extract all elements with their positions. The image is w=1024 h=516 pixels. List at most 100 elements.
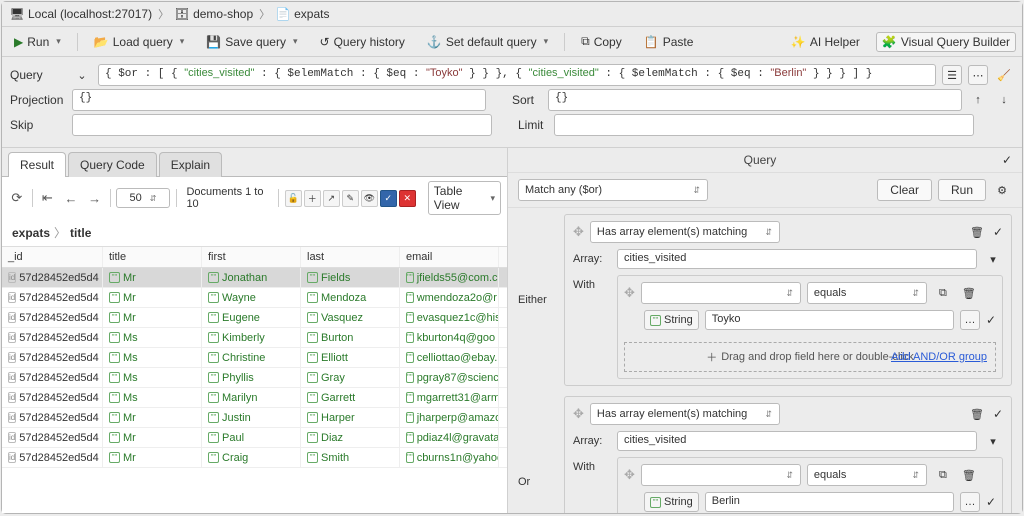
view-doc-icon[interactable]: 👁 <box>361 190 378 207</box>
tab-query-code[interactable]: Query Code <box>68 152 157 177</box>
broom-icon[interactable]: 🧹 <box>994 65 1014 85</box>
run-button[interactable]: ▶ Run <box>8 32 67 52</box>
check-icon[interactable]: ✓ <box>993 225 1003 239</box>
page-size-select[interactable]: 50⇵ <box>116 188 169 208</box>
sort-input[interactable]: {} <box>548 89 962 111</box>
trash-icon[interactable]: 🗑 <box>967 404 987 424</box>
save-query-button[interactable]: 💾 Save query <box>200 32 303 52</box>
visual-query-panel: Query ✓ Match any ($or) Clear Run ⚙ Eith… <box>508 148 1022 513</box>
visual-query-builder-button[interactable]: 🧩 Visual Query Builder <box>876 32 1016 52</box>
table-row[interactable]: id57d28452ed5d4""Mr""Paul""Diaz""pdiaz4l… <box>2 428 507 448</box>
check-icon[interactable]: ✓ <box>986 313 996 327</box>
folder-icon: 📂 <box>94 35 109 49</box>
skip-input[interactable] <box>72 114 492 136</box>
next-page-icon[interactable]: → <box>86 189 104 207</box>
array-element-select[interactable] <box>641 464 801 486</box>
clear-button[interactable]: Clear <box>877 179 932 201</box>
array-field-input[interactable]: cities_visited <box>617 431 977 451</box>
run-query-button[interactable]: Run <box>938 179 986 201</box>
add-group-link[interactable]: Add AND/OR group <box>891 351 987 363</box>
query-history-button[interactable]: ↺ Query history <box>314 32 411 52</box>
add-doc-icon[interactable]: ＋ <box>304 190 321 207</box>
drag-handle-icon[interactable]: ✥ <box>624 467 635 483</box>
doc-count-label: Documents 1 to 10 <box>182 186 271 210</box>
drag-handle-icon[interactable]: ✥ <box>573 224 584 240</box>
save-icon: 💾 <box>206 35 221 49</box>
gear-icon[interactable]: ⚙ <box>992 180 1012 200</box>
col-last[interactable]: last <box>301 247 400 267</box>
drop-zone[interactable]: ＋Drag and drop field here or double-clic… <box>624 342 996 372</box>
prev-page-icon[interactable]: ← <box>62 189 80 207</box>
table-view-select[interactable]: Table View <box>428 181 501 215</box>
chevron-down-icon[interactable]: ⌄ <box>72 65 92 85</box>
table-row[interactable]: id57d28452ed5d4""Mr""Craig""Smith""cburn… <box>2 448 507 468</box>
table-row[interactable]: id57d28452ed5d4""Ms""Kimberly""Burton""k… <box>2 328 507 348</box>
trash-icon[interactable]: 🗑 <box>959 283 979 303</box>
elem-match-select[interactable]: Has array element(s) matching <box>590 221 780 243</box>
dropdown-icon[interactable]: ▾ <box>983 431 1003 451</box>
type-chip[interactable]: "" String <box>644 492 699 512</box>
table-row[interactable]: id57d28452ed5d4""Mr""Wayne""Mendoza""wme… <box>2 288 507 308</box>
col-title[interactable]: title <box>103 247 202 267</box>
field-picker-button[interactable]: ☰ <box>942 65 962 85</box>
value-input[interactable]: Toyko <box>705 310 954 330</box>
dropdown-icon[interactable]: ▾ <box>983 249 1003 269</box>
trash-icon[interactable]: 🗑 <box>967 222 987 242</box>
value-input[interactable]: Berlin <box>705 492 954 512</box>
table-row[interactable]: id57d28452ed5d4""Ms""Phyllis""Gray""pgra… <box>2 368 507 388</box>
trash-icon[interactable]: 🗑 <box>959 465 979 485</box>
objectid-icon: id <box>8 292 16 303</box>
load-query-button[interactable]: 📂 Load query <box>88 32 191 52</box>
tab-result[interactable]: Result <box>8 152 66 177</box>
refresh-icon[interactable]: ⟳ <box>8 189 26 207</box>
array-field-input[interactable]: cities_visited <box>617 249 977 269</box>
col-email[interactable]: email <box>400 247 499 267</box>
check-icon[interactable]: ✓ <box>993 407 1003 421</box>
match-mode-select[interactable]: Match any ($or) <box>518 179 708 201</box>
edit-icon[interactable]: ✎ <box>342 190 359 207</box>
crumb-collection[interactable]: 📄 expats <box>276 7 329 21</box>
copy-button[interactable]: ⧉ Copy <box>575 31 628 52</box>
more-icon[interactable]: … <box>960 492 980 512</box>
delete-icon[interactable]: ✕ <box>399 190 416 207</box>
save-edits-icon[interactable]: ✓ <box>380 190 397 207</box>
limit-input[interactable] <box>554 114 974 136</box>
copy-icon[interactable]: ⧉ <box>933 283 953 303</box>
col-first[interactable]: first <box>202 247 301 267</box>
query-options-button[interactable]: ⋯ <box>968 65 988 85</box>
check-icon[interactable]: ✓ <box>1002 153 1012 167</box>
drag-handle-icon[interactable]: ✥ <box>624 285 635 301</box>
col-id[interactable]: _id <box>2 247 103 267</box>
projection-input[interactable]: {} <box>72 89 486 111</box>
chevron-right-icon: 〉 <box>158 6 169 22</box>
array-element-select[interactable] <box>641 282 801 304</box>
unlock-icon[interactable]: 🔓 <box>285 190 302 207</box>
drag-handle-icon[interactable]: ✥ <box>573 406 584 422</box>
string-icon: "" <box>307 372 318 383</box>
export-icon[interactable]: ↗ <box>323 190 340 207</box>
table-row[interactable]: id57d28452ed5d4""Mr""Eugene""Vasquez""ev… <box>2 308 507 328</box>
database-icon: 🗄 <box>175 7 189 21</box>
table-row[interactable]: id57d28452ed5d4""Ms""Marilyn""Garrett""m… <box>2 388 507 408</box>
set-default-query-button[interactable]: ⚓ Set default query <box>421 32 554 52</box>
elem-match-select[interactable]: Has array element(s) matching <box>590 403 780 425</box>
crumb-database[interactable]: 🗄 demo-shop <box>175 7 253 21</box>
table-row[interactable]: id57d28452ed5d4""Mr""Jonathan""Fields""j… <box>2 268 507 288</box>
copy-icon[interactable]: ⧉ <box>933 465 953 485</box>
type-chip[interactable]: "" String <box>644 310 699 330</box>
crumb-connection[interactable]: 🖥 Local (localhost:27017) <box>10 7 152 21</box>
ai-helper-button[interactable]: ✨ AI Helper <box>785 32 866 52</box>
paste-button[interactable]: 📋 Paste <box>638 32 700 52</box>
first-page-icon[interactable]: ⇤ <box>39 189 57 207</box>
table-row[interactable]: id57d28452ed5d4""Ms""Christine""Elliott"… <box>2 348 507 368</box>
sort-asc-icon[interactable]: ↑ <box>968 90 988 110</box>
check-icon[interactable]: ✓ <box>986 495 996 509</box>
query-section: Query ⌄ { $or : [ { "cities_visited" : {… <box>2 57 1022 148</box>
more-icon[interactable]: … <box>960 310 980 330</box>
table-row[interactable]: id57d28452ed5d4""Mr""Justin""Harper""jha… <box>2 408 507 428</box>
query-input[interactable]: { $or : [ { "cities_visited" : { $elemMa… <box>98 64 936 86</box>
operator-select[interactable]: equals <box>807 282 927 304</box>
tab-explain[interactable]: Explain <box>159 152 222 177</box>
sort-desc-icon[interactable]: ↓ <box>994 90 1014 110</box>
operator-select[interactable]: equals <box>807 464 927 486</box>
